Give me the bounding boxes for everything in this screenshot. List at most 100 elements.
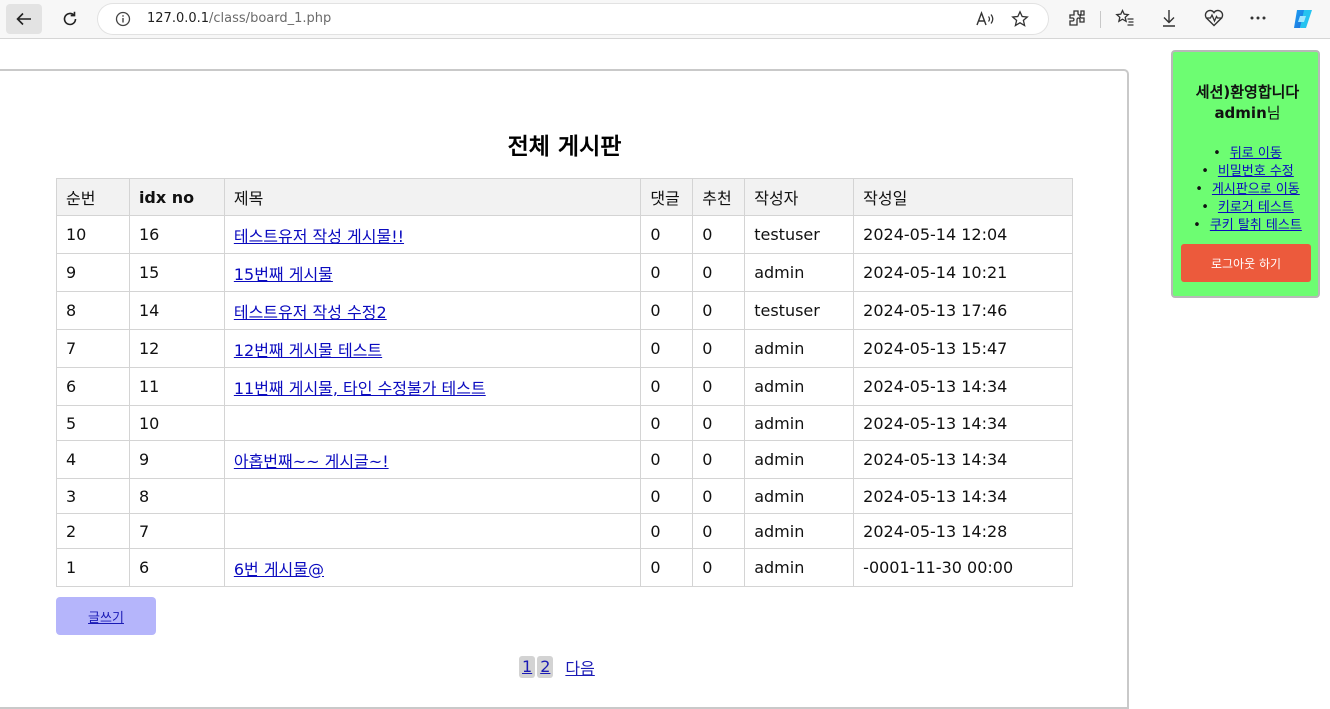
browser-health-icon[interactable]: [1203, 8, 1225, 32]
post-title-link[interactable]: 아홉번째~~ 게시글~!: [234, 452, 389, 471]
column-header-author: 작성자: [744, 178, 855, 216]
cell-author: admin: [744, 513, 855, 549]
list-item: 쿠키 탈취 테스트: [1173, 217, 1322, 235]
cell-likes: 0: [692, 548, 746, 587]
table-header-row: 순번 idx no 제목 댓글 추천 작성자 작성일: [56, 178, 1073, 216]
cell-author: testuser: [744, 215, 855, 254]
post-title-link[interactable]: 15번째 게시물: [234, 265, 333, 284]
cell-date: 2024-05-14 12:04: [853, 215, 1073, 254]
cell-date: 2024-05-13 14:28: [853, 513, 1073, 549]
go-to-board-link[interactable]: 게시판으로 이동: [1212, 182, 1300, 197]
cell-date: 2024-05-13 14:34: [853, 478, 1073, 514]
cell-likes: 0: [692, 405, 746, 441]
favorites-list-icon[interactable]: [1115, 8, 1135, 32]
cell-title: 테스트유저 작성 게시물!!: [223, 215, 642, 254]
welcome-message: 세션)환영합니다 admin님: [1173, 82, 1322, 124]
cell-author: admin: [744, 548, 855, 587]
column-header-date: 작성일: [853, 178, 1073, 216]
cell-idx: 12: [128, 329, 225, 368]
cell-author: admin: [744, 478, 855, 514]
cell-date: 2024-05-13 14:34: [853, 440, 1073, 479]
table-row: 2 7 0 0 admin 2024-05-13 14:28: [56, 513, 1073, 549]
cell-idx: 15: [128, 253, 225, 292]
cell-author: testuser: [744, 291, 855, 330]
pagination: 1 2 다음: [519, 655, 595, 679]
cell-likes: 0: [692, 367, 746, 406]
cell-title: 15번째 게시물: [223, 253, 642, 292]
cell-author: admin: [744, 329, 855, 368]
url-host: 127.0.0.1: [147, 11, 210, 26]
reload-button[interactable]: [52, 4, 88, 34]
cell-title: 11번째 게시물, 타인 수정불가 테스트: [223, 367, 642, 406]
page-link-1[interactable]: 1: [519, 656, 536, 678]
table-row: 7 12 12번째 게시물 테스트 0 0 admin 2024-05-13 1…: [56, 329, 1073, 368]
table-row: 8 14 테스트유저 작성 수정2 0 0 testuser 2024-05-1…: [56, 291, 1073, 330]
cell-idx: 8: [128, 478, 225, 514]
session-panel: 세션)환영합니다 admin님 뒤로 이동 비밀번호 수정 게시판으로 이동 키…: [1171, 50, 1320, 298]
column-header-comments: 댓글: [640, 178, 694, 216]
cell-num: 5: [56, 405, 130, 441]
next-page-link[interactable]: 다음: [565, 655, 594, 679]
table-row: 1 6 6번 게시물@ 0 0 admin -0001-11-30 00:00: [56, 548, 1073, 587]
back-button[interactable]: [6, 4, 42, 34]
write-post-button[interactable]: 글쓰기: [56, 597, 156, 635]
cell-title: 12번째 게시물 테스트: [223, 329, 642, 368]
cell-comments: 0: [640, 291, 694, 330]
cell-comments: 0: [640, 478, 694, 514]
go-back-link[interactable]: 뒤로 이동: [1230, 146, 1282, 161]
list-item: 게시판으로 이동: [1173, 181, 1322, 199]
keylogger-test-link[interactable]: 키로거 테스트: [1218, 200, 1294, 215]
page-link-2[interactable]: 2: [537, 656, 554, 678]
cell-title: [223, 478, 642, 514]
more-options-icon[interactable]: [1248, 8, 1268, 32]
post-title-link[interactable]: 테스트유저 작성 수정2: [234, 303, 387, 322]
session-links: 뒤로 이동 비밀번호 수정 게시판으로 이동 키로거 테스트 쿠키 탈취 테스트: [1173, 145, 1322, 235]
download-icon[interactable]: [1159, 8, 1179, 32]
reload-icon: [63, 11, 77, 26]
cell-author: admin: [744, 440, 855, 479]
cell-num: 4: [56, 440, 130, 479]
list-item: 뒤로 이동: [1173, 145, 1322, 163]
table-row: 4 9 아홉번째~~ 게시글~! 0 0 admin 2024-05-13 14…: [56, 440, 1073, 479]
favorite-star-icon[interactable]: [1011, 10, 1029, 32]
cell-date: 2024-05-13 15:47: [853, 329, 1073, 368]
change-password-link[interactable]: 비밀번호 수정: [1218, 164, 1294, 179]
address-bar[interactable]: 127.0.0.1/class/board_1.php: [98, 4, 1048, 34]
logout-button[interactable]: 로그아웃 하기: [1181, 244, 1311, 282]
board-title: 전체 게시판: [507, 134, 622, 160]
cell-idx: 16: [128, 215, 225, 254]
post-title-link[interactable]: 테스트유저 작성 게시물!!: [234, 227, 404, 246]
cell-likes: 0: [692, 215, 746, 254]
cell-date: 2024-05-13 14:34: [853, 405, 1073, 441]
extensions-icon[interactable]: [1067, 8, 1087, 32]
welcome-prefix: 세션)환영합니다: [1195, 83, 1300, 101]
table-row: 9 15 15번째 게시물 0 0 admin 2024-05-14 10:21: [56, 253, 1073, 292]
url-text: 127.0.0.1/class/board_1.php: [147, 11, 331, 26]
cookie-theft-test-link[interactable]: 쿠키 탈취 테스트: [1210, 218, 1302, 233]
username: admin: [1214, 104, 1267, 122]
read-aloud-icon[interactable]: [975, 10, 995, 32]
cell-title: 아홉번째~~ 게시글~!: [223, 440, 642, 479]
column-header-num: 순번: [56, 178, 130, 216]
cell-title: [223, 405, 642, 441]
cell-idx: 11: [128, 367, 225, 406]
cell-likes: 0: [692, 253, 746, 292]
cell-idx: 6: [128, 548, 225, 587]
table-row: 3 8 0 0 admin 2024-05-13 14:34: [56, 478, 1073, 514]
post-title-link[interactable]: 6번 게시물@: [234, 560, 324, 579]
cell-comments: 0: [640, 513, 694, 549]
post-title-link[interactable]: 12번째 게시물 테스트: [234, 341, 382, 360]
cell-num: 1: [56, 548, 130, 587]
cell-comments: 0: [640, 548, 694, 587]
cell-author: admin: [744, 405, 855, 441]
site-info-icon[interactable]: [115, 11, 131, 31]
post-title-link[interactable]: 11번째 게시물, 타인 수정불가 테스트: [234, 379, 486, 398]
cell-date: 2024-05-14 10:21: [853, 253, 1073, 292]
cell-author: admin: [744, 253, 855, 292]
welcome-user-line: admin님: [1173, 103, 1322, 124]
cell-likes: 0: [692, 440, 746, 479]
copilot-icon[interactable]: [1290, 6, 1316, 36]
cell-comments: 0: [640, 440, 694, 479]
table-row: 10 16 테스트유저 작성 게시물!! 0 0 testuser 2024-0…: [56, 215, 1073, 254]
column-header-title: 제목: [223, 178, 642, 216]
